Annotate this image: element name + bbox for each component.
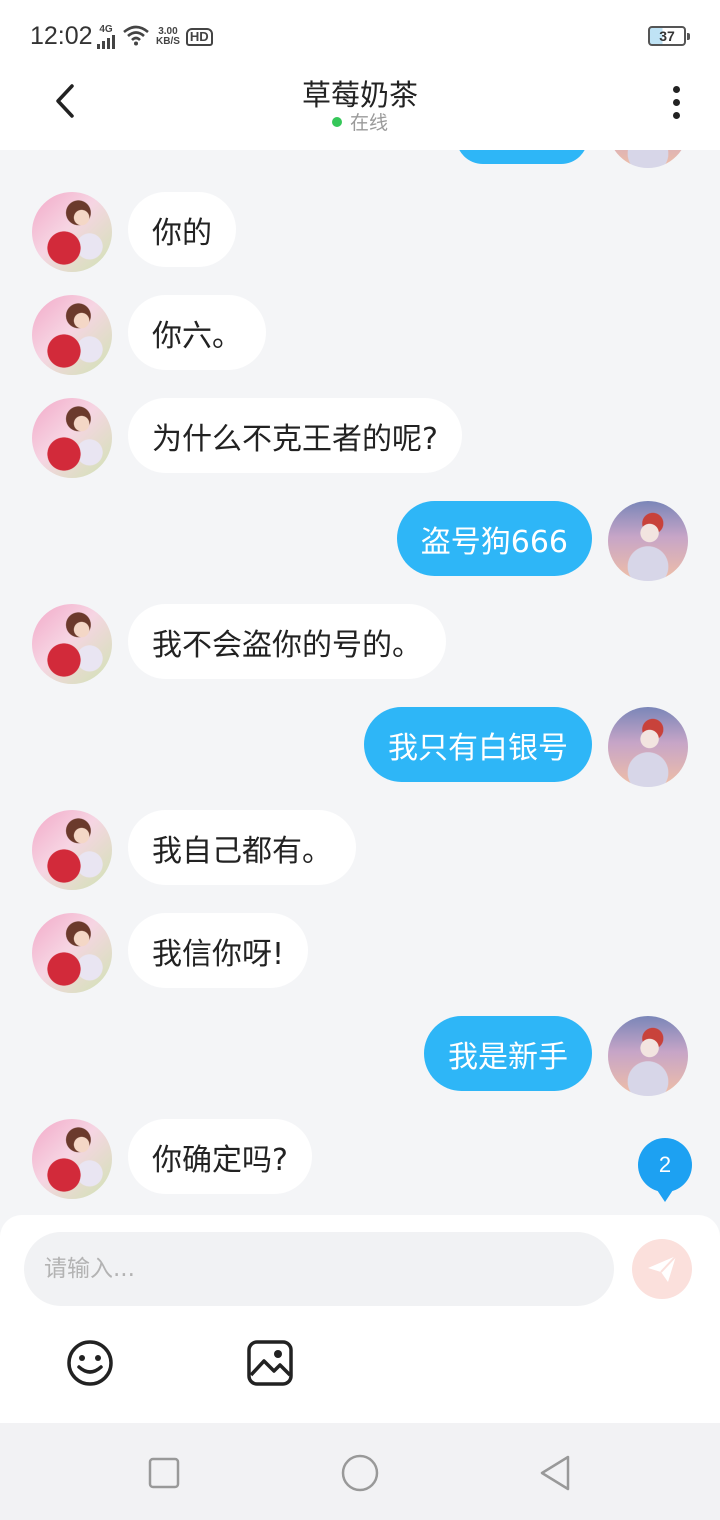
status-bar: 12:02 4G 3.00 KB/S HD 37 <box>0 0 720 72</box>
self-avatar[interactable] <box>608 707 688 787</box>
network-speed: 3.00 KB/S <box>156 27 180 47</box>
self-avatar[interactable] <box>608 501 688 581</box>
battery-level: 37 <box>659 28 675 44</box>
status-icons: 4G 3.00 KB/S HD <box>96 24 213 50</box>
speed-unit: KB/S <box>156 36 180 47</box>
square-icon <box>148 1457 180 1489</box>
message-list[interactable]: 你的 你六。 为什么不克王者的呢? 盗号狗666 我不会盗你的号的。 我只有白银… <box>0 150 720 1215</box>
message-row: 你六。 <box>0 295 720 375</box>
recents-button[interactable] <box>142 1451 186 1495</box>
triangle-back-icon <box>540 1455 570 1491</box>
chat-header: 草莓奶茶 在线 <box>0 72 720 150</box>
message-bubble-partial <box>456 150 588 164</box>
more-vertical-icon <box>672 85 680 93</box>
contact-avatar[interactable] <box>32 192 112 272</box>
image-icon <box>247 1340 293 1386</box>
message-bubble-outgoing[interactable]: 盗号狗666 <box>396 501 592 576</box>
message-bubble-incoming[interactable]: 你确定吗? <box>128 1119 312 1194</box>
status-time: 12:02 <box>30 22 93 50</box>
paper-plane-icon <box>648 1255 677 1282</box>
battery-icon: 37 <box>648 26 690 46</box>
home-button[interactable] <box>338 1451 382 1495</box>
presence-label: 在线 <box>349 112 388 134</box>
message-bubble-incoming[interactable]: 你六。 <box>128 295 266 370</box>
message-row: 你确定吗? <box>0 1119 720 1199</box>
circle-icon <box>341 1454 379 1492</box>
online-dot-icon <box>331 116 342 127</box>
message-row: 我信你呀! <box>0 913 720 993</box>
message-row: 我不会盗你的号的。 <box>0 604 720 684</box>
message-row: 我自己都有。 <box>0 810 720 890</box>
contact-avatar[interactable] <box>32 810 112 890</box>
message-bubble-incoming[interactable]: 我不会盗你的号的。 <box>128 604 446 679</box>
send-button[interactable] <box>632 1239 692 1299</box>
image-button[interactable] <box>244 1337 296 1389</box>
composer <box>0 1215 720 1423</box>
presence-status: 在线 <box>0 108 720 135</box>
avatar-self-partial <box>608 150 688 168</box>
message-row: 为什么不克王者的呢? <box>0 398 720 478</box>
back-nav-button[interactable] <box>534 1451 578 1495</box>
message-bubble-incoming[interactable]: 为什么不克王者的呢? <box>128 398 462 473</box>
message-row: 我只有白银号 <box>0 707 720 787</box>
message-row: 我是新手 <box>0 1016 720 1096</box>
contact-avatar[interactable] <box>32 604 112 684</box>
message-bubble-outgoing[interactable]: 我是新手 <box>424 1016 592 1091</box>
message-bubble-outgoing[interactable]: 我只有白银号 <box>364 707 592 782</box>
cellular-signal-icon: 4G <box>96 25 116 49</box>
more-dot <box>672 98 680 106</box>
message-bubble-incoming[interactable]: 我信你呀! <box>128 913 309 988</box>
message-input[interactable] <box>24 1232 614 1306</box>
message-row: 盗号狗666 <box>0 501 720 581</box>
self-avatar[interactable] <box>608 1016 688 1096</box>
contact-avatar[interactable] <box>32 398 112 478</box>
hd-icon: HD <box>185 28 213 46</box>
wifi-icon <box>122 24 150 50</box>
system-nav-bar <box>0 1423 720 1520</box>
contact-avatar[interactable] <box>32 913 112 993</box>
network-type: 4G <box>99 24 113 35</box>
message-bubble-incoming[interactable]: 你的 <box>128 192 236 267</box>
message-bubble-incoming[interactable]: 我自己都有。 <box>128 810 356 885</box>
message-row: 你的 <box>0 192 720 272</box>
more-dot <box>672 111 680 119</box>
contact-avatar[interactable] <box>32 1119 112 1199</box>
smiley-icon <box>67 1340 113 1386</box>
unread-count-badge[interactable]: 2 <box>638 1138 692 1202</box>
emoji-button[interactable] <box>64 1337 116 1389</box>
contact-avatar[interactable] <box>32 295 112 375</box>
more-options-button[interactable] <box>656 78 696 126</box>
